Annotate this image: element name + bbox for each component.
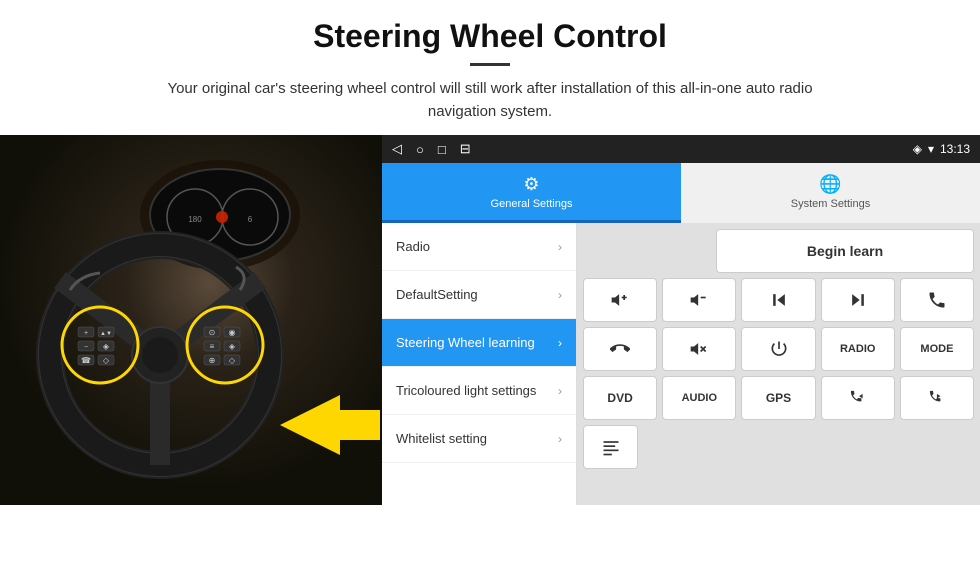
back-icon: ◁ [392,141,402,157]
system-icon: 🌐 [819,174,841,195]
tab-system-label: System Settings [791,198,870,210]
next-track-button[interactable] [821,278,895,322]
content-area: Radio › DefaultSetting › Steering Wheel … [382,223,980,505]
tel-next-button[interactable] [900,376,974,420]
tab-bar: ⚙ General Settings 🌐 System Settings [382,163,980,223]
begin-learn-button[interactable]: Begin learn [716,229,974,273]
list-button[interactable] [583,425,638,469]
right-panel: Begin learn [577,223,980,505]
menu-tricoloured-label: Tricoloured light settings [396,383,536,399]
button-row-4: DVD AUDIO GPS [583,376,974,420]
hangup-button[interactable] [583,327,657,371]
radio-button[interactable]: RADIO [821,327,895,371]
menu-item-tricoloured[interactable]: Tricoloured light settings › [382,367,576,415]
button-row-3: RADIO MODE [583,327,974,371]
vol-up-button[interactable] [583,278,657,322]
vol-down-button[interactable] [662,278,736,322]
left-menu: Radio › DefaultSetting › Steering Wheel … [382,223,577,505]
svg-text:▲▼: ▲▼ [100,331,112,337]
svg-text:⊙: ⊙ [209,328,216,337]
main-content: 180 6 [0,135,980,505]
button-row-2 [583,278,974,322]
svg-text:◈: ◈ [103,342,110,351]
gps-icon: ◈ [913,142,922,156]
phone-button[interactable] [900,278,974,322]
svg-text:◉: ◉ [229,328,236,337]
menu-icon: ⊟ [460,141,471,157]
time-display: 13:13 [940,142,970,156]
settings-gear-icon: ⚙ [523,174,539,195]
svg-text:−: − [84,344,88,351]
recents-icon: □ [438,142,446,157]
signal-icon: ▾ [928,142,934,156]
tel-prev-button[interactable] [821,376,895,420]
chevron-right-icon: › [558,384,562,398]
svg-text:◇: ◇ [229,356,236,365]
tab-general-label: General Settings [491,198,573,210]
mute-button[interactable] [662,327,736,371]
chevron-right-icon: › [558,432,562,446]
chevron-right-icon: › [558,288,562,302]
status-bar-left: ◁ ○ □ ⊟ [392,141,471,157]
menu-default-label: DefaultSetting [396,287,478,303]
title-divider [470,63,510,66]
button-row-1: Begin learn [583,229,974,273]
android-panel: ◁ ○ □ ⊟ ◈ ▾ 13:13 ⚙ General Settings [382,135,980,505]
svg-text:◇: ◇ [103,356,110,365]
menu-item-steering[interactable]: Steering Wheel learning › [382,319,576,367]
tab-general-settings[interactable]: ⚙ General Settings [382,163,681,223]
page-title: Steering Wheel Control [40,18,940,55]
svg-text:⊕: ⊕ [209,356,216,365]
status-bar: ◁ ○ □ ⊟ ◈ ▾ 13:13 [382,135,980,163]
spacer-1 [583,229,711,273]
chevron-right-icon: › [558,240,562,254]
menu-whitelist-label: Whitelist setting [396,431,487,447]
menu-item-whitelist[interactable]: Whitelist setting › [382,415,576,463]
tab-system-settings[interactable]: 🌐 System Settings [681,163,980,223]
svg-text:☎: ☎ [81,356,91,365]
svg-text:+: + [84,330,88,337]
steering-wheel-panel: 180 6 [0,135,382,505]
menu-radio-label: Radio [396,239,430,255]
prev-track-button[interactable] [741,278,815,322]
page-wrapper: Steering Wheel Control Your original car… [0,0,980,505]
subtitle-text: Your original car's steering wheel contr… [140,78,840,123]
menu-item-radio[interactable]: Radio › [382,223,576,271]
header-section: Steering Wheel Control Your original car… [0,0,980,135]
menu-steering-label: Steering Wheel learning [396,335,535,351]
audio-button[interactable]: AUDIO [662,376,736,420]
power-button[interactable] [741,327,815,371]
dvd-button[interactable]: DVD [583,376,657,420]
status-bar-right: ◈ ▾ 13:13 [913,142,970,156]
button-row-5 [583,425,974,469]
svg-text:6: 6 [248,215,253,224]
gps-button[interactable]: GPS [741,376,815,420]
mode-button[interactable]: MODE [900,327,974,371]
svg-text:◈: ◈ [229,342,236,351]
menu-item-default[interactable]: DefaultSetting › [382,271,576,319]
chevron-right-icon: › [558,336,562,350]
home-icon: ○ [416,142,424,157]
svg-text:≡: ≡ [210,342,215,351]
svg-text:180: 180 [188,215,202,224]
